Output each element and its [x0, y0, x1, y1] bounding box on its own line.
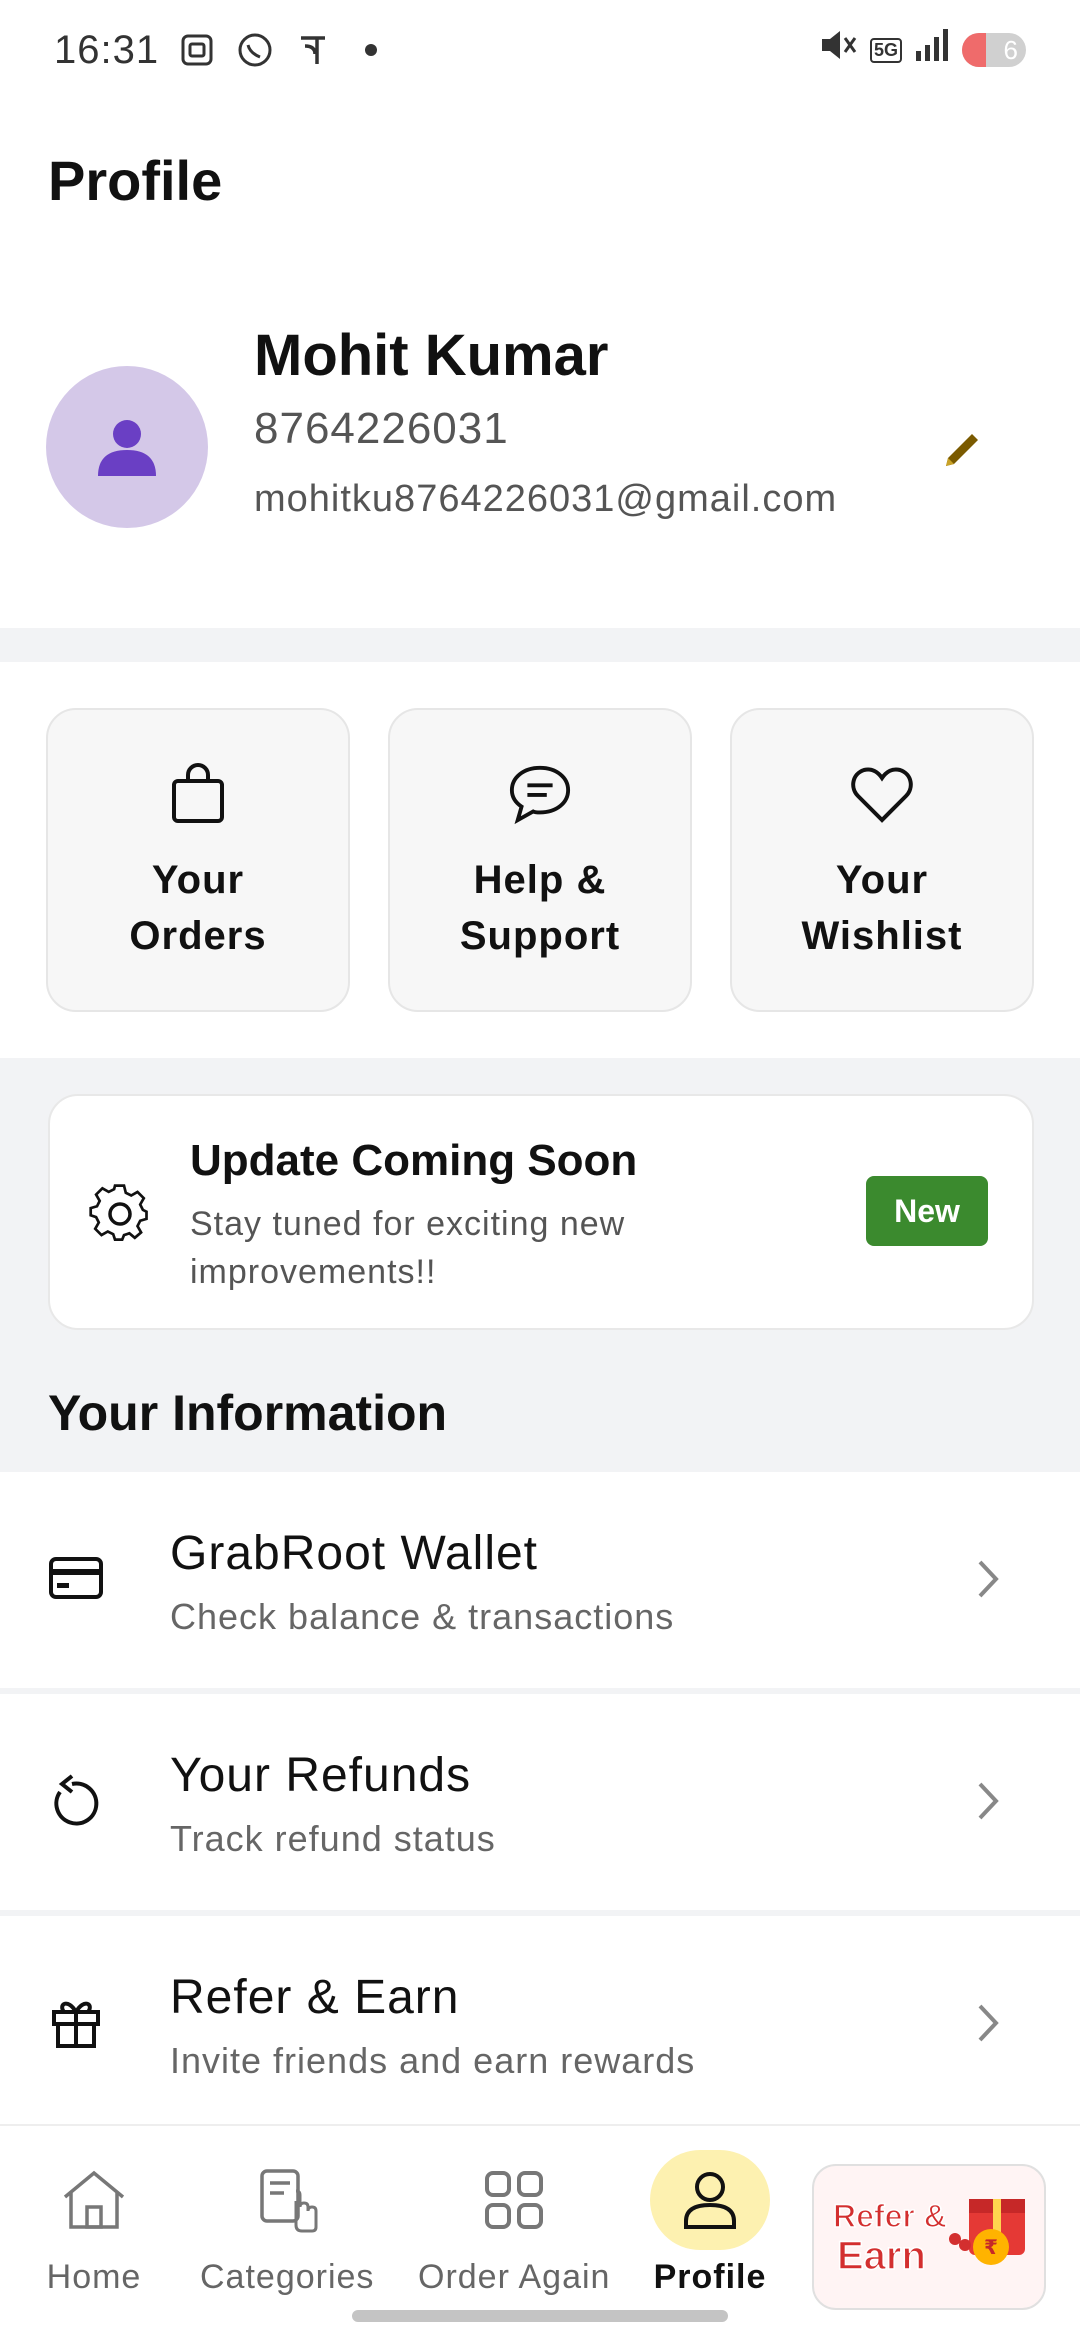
info-list: GrabRoot Wallet Check balance & transact…: [0, 1472, 1080, 2138]
your-wishlist-card[interactable]: Your Wishlist: [730, 708, 1034, 1012]
network-type: 5G: [869, 37, 902, 63]
mute-icon: [818, 25, 858, 75]
info-area: Update Coming Soon Stay tuned for exciti…: [0, 1058, 1080, 1472]
bottom-nav: Home Categories Order Again Profile ₹ Re…: [0, 2124, 1080, 2340]
status-bar: 16:31 5G 6: [0, 0, 1080, 100]
whatsapp-icon: [235, 30, 275, 70]
gear-icon: [89, 1184, 148, 1241]
update-title: Update Coming Soon: [190, 1136, 638, 1185]
nav-label: Home: [46, 2258, 142, 2296]
battery-icon: 6: [962, 33, 1026, 67]
list-item-subtitle: Check balance & transactions: [170, 1596, 675, 1637]
list-item-refunds[interactable]: Your Refunds Track refund status: [0, 1694, 1080, 1916]
refund-icon: [46, 1770, 106, 1830]
home-indicator[interactable]: [352, 2310, 728, 2322]
list-item-wallet[interactable]: GrabRoot Wallet Check balance & transact…: [0, 1472, 1080, 1694]
nav-label: Categories: [200, 2258, 375, 2296]
nav-order-again[interactable]: Order Again: [418, 2150, 610, 2297]
shopping-bag-icon: [166, 762, 230, 826]
nav-categories[interactable]: Categories: [200, 2150, 374, 2297]
profile-card: Mohit Kumar 8764226031 mohitku8764226031…: [0, 300, 1080, 630]
update-subtitle: Stay tuned for exciting new improvements…: [190, 1205, 626, 1291]
list-item-title: Refer & Earn: [170, 1971, 460, 2024]
update-card[interactable]: Update Coming Soon Stay tuned for exciti…: [48, 1094, 1034, 1330]
chevron-right-icon: [978, 1782, 999, 1820]
section-divider: [0, 628, 1080, 662]
nav-home[interactable]: Home: [34, 2150, 154, 2297]
user-avatar-icon: [98, 420, 156, 476]
home-icon: [34, 2150, 154, 2250]
profile-name: Mohit Kumar: [254, 323, 609, 388]
quick-action-label: Your Orders: [129, 858, 267, 958]
quick-action-label: Your Wishlist: [801, 858, 963, 958]
nav-label: Profile: [653, 2258, 767, 2296]
dot-icon: [351, 30, 391, 70]
page-title: Profile: [48, 149, 223, 212]
chevron-right-icon: [978, 1560, 999, 1598]
list-item-refer[interactable]: Refer & Earn Invite friends and earn rew…: [0, 1916, 1080, 2138]
promo-line2: Earn: [837, 2234, 926, 2278]
profile-email: mohitku8764226031@gmail.com: [254, 478, 838, 520]
status-time: 16:31: [54, 27, 160, 72]
quick-actions: Your Orders Help & Support Your Wishlist: [0, 662, 1080, 1058]
battery-level: 6: [1003, 34, 1018, 65]
grid-icon: [454, 2150, 574, 2250]
chat-bubble-icon: [508, 762, 572, 826]
phonepe-icon: [293, 30, 333, 70]
help-support-card[interactable]: Help & Support: [388, 708, 692, 1012]
quick-action-label: Help & Support: [459, 858, 621, 958]
gift-icon: [46, 1992, 106, 2052]
screenshot-icon: [177, 30, 217, 70]
promo-line1: Refer &: [833, 2198, 947, 2234]
svg-text:₹: ₹: [984, 2235, 998, 2259]
user-icon: [650, 2150, 770, 2250]
pencil-icon: [946, 434, 978, 466]
section-title: Your Information: [48, 1385, 448, 1441]
nav-profile[interactable]: Profile: [650, 2150, 770, 2297]
list-item-title: Your Refunds: [170, 1749, 472, 1802]
wallet-card-icon: [46, 1548, 106, 1608]
edit-profile-button[interactable]: [932, 420, 992, 480]
chevron-right-icon: [978, 2004, 999, 2042]
signal-icon: [914, 27, 950, 73]
refer-earn-promo-button[interactable]: ₹ Refer & Earn: [812, 2164, 1046, 2310]
list-item-subtitle: Invite friends and earn rewards: [170, 2040, 696, 2081]
nav-label: Order Again: [418, 2258, 611, 2296]
avatar[interactable]: [46, 366, 208, 528]
list-item-subtitle: Track refund status: [170, 1818, 496, 1859]
categories-icon: [227, 2150, 347, 2250]
heart-icon: [850, 762, 914, 826]
your-orders-card[interactable]: Your Orders: [46, 708, 350, 1012]
refer-earn-logo: ₹ Refer & Earn: [832, 2197, 1025, 2279]
new-badge: New: [866, 1176, 988, 1246]
profile-phone: 8764226031: [254, 404, 509, 453]
list-item-title: GrabRoot Wallet: [170, 1527, 539, 1580]
